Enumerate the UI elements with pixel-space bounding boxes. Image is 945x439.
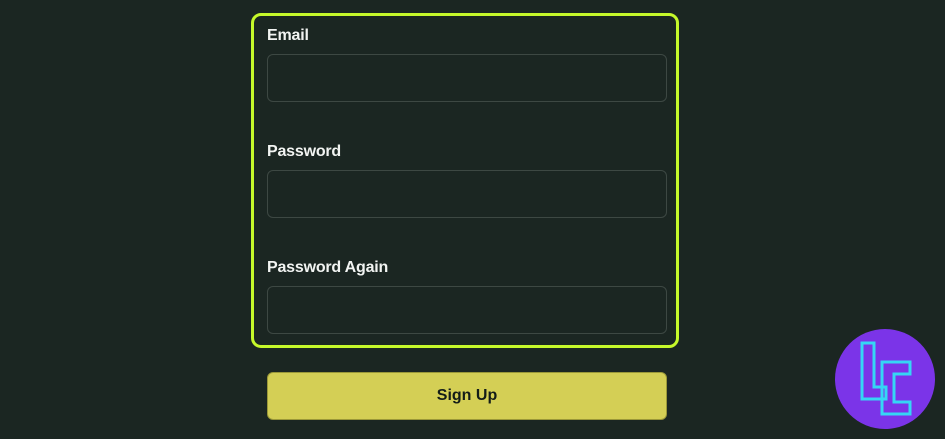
sign-up-button[interactable]: Sign Up [267,372,667,420]
password-again-label: Password Again [267,259,389,276]
password-field[interactable] [267,170,667,218]
brand-logo [835,329,935,429]
email-label: Email [267,27,309,44]
password-label: Password [267,143,341,160]
tc-monogram-logo-icon [860,341,912,416]
password-again-field[interactable] [267,286,667,334]
email-field[interactable] [267,54,667,102]
